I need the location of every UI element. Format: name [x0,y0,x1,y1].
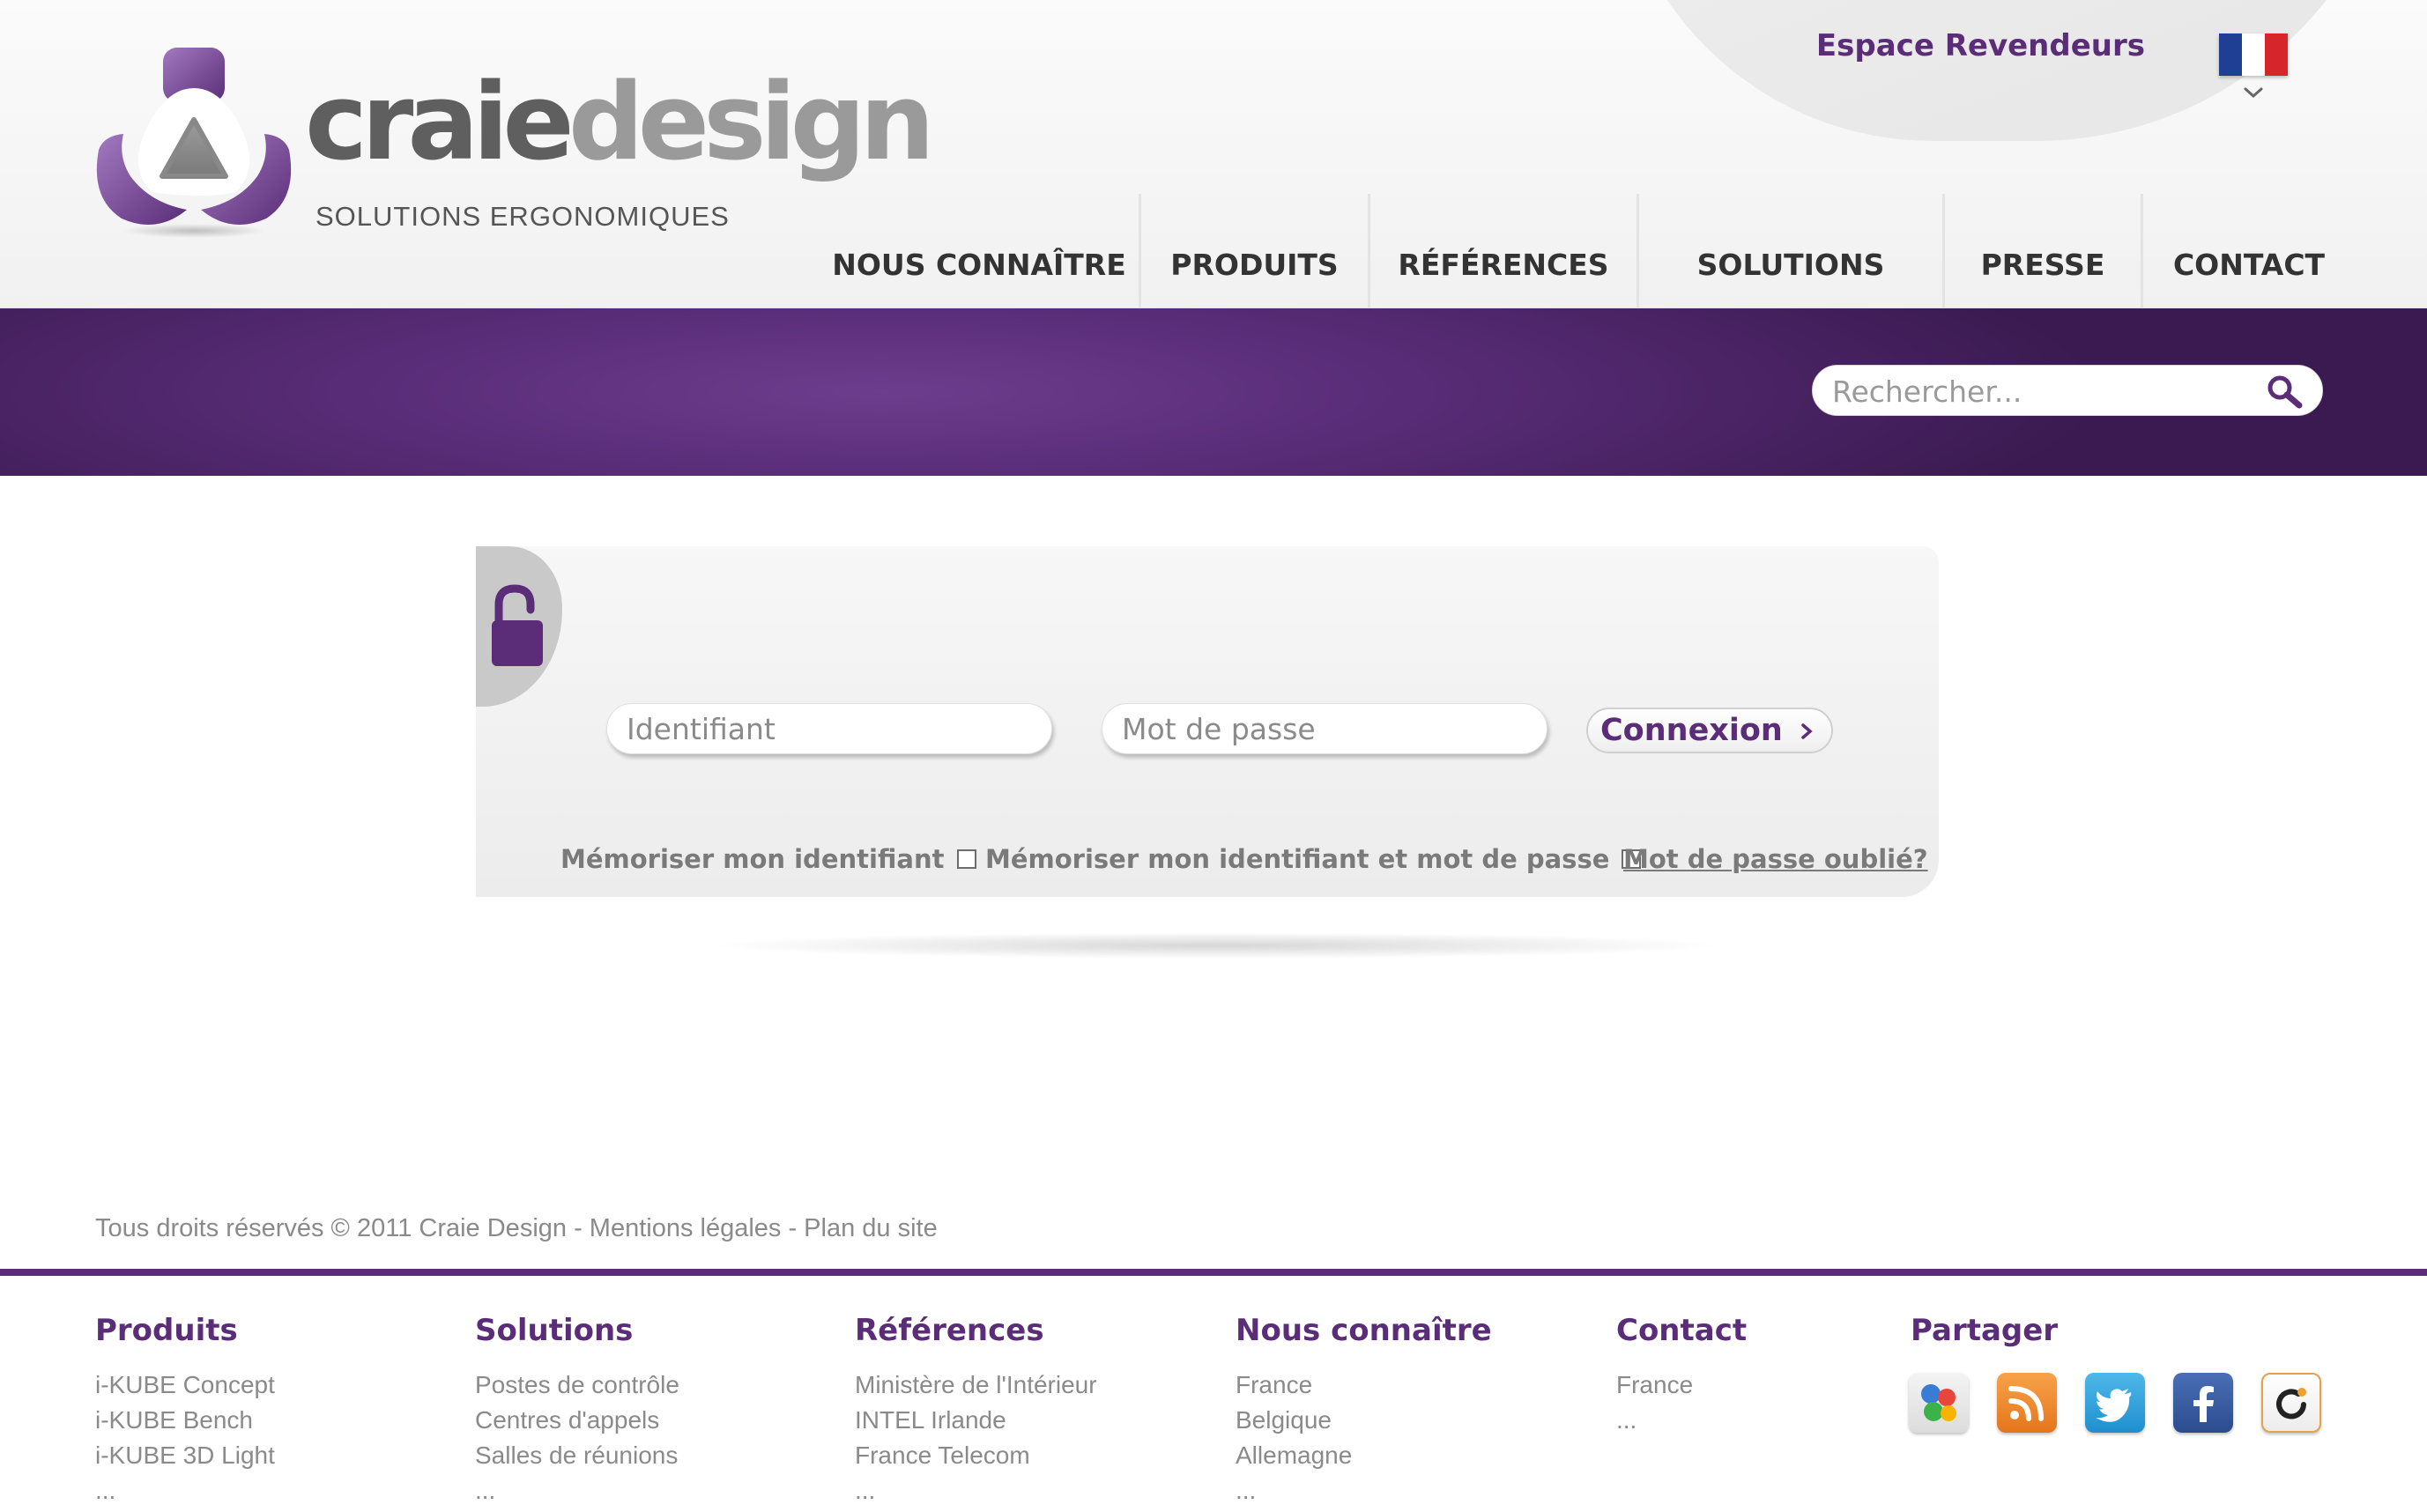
search-box [1812,365,2323,416]
footer-heading: Contact [1616,1313,1748,1348]
footer-link-more[interactable]: ... [475,1473,679,1508]
share-heading: Partager [1911,1313,2059,1348]
footer-link[interactable]: France Telecom [855,1438,1097,1473]
footer-heading: Nous connaître [1236,1313,1492,1348]
footer-link-more[interactable]: ... [1236,1473,1492,1508]
footer-column-solutions: Solutions Postes de contrôle Centres d'a… [475,1313,679,1508]
footer-link[interactable]: i-KUBE Concept [95,1367,275,1403]
login-button-label: Connexion [1600,713,1783,748]
twitter-bird-glyph [2096,1389,2132,1422]
logo-text-design: design [568,62,935,184]
panel-shadow [705,932,1727,959]
forgot-password-link[interactable]: Mot de passe oublié? [1623,844,1928,874]
search-input[interactable] [1832,371,2246,411]
footer-column-produits: Produits i-KUBE Concept i-KUBE Bench i-K… [95,1313,275,1508]
french-flag-icon[interactable] [2219,33,2288,76]
nav-item-produits[interactable]: PRODUITS [1141,194,1370,308]
footer-heading: Références [855,1313,1044,1348]
footer-column-contact: Contact France ... [1616,1313,1747,1438]
facebook-f-glyph [2193,1386,2214,1422]
google-icon[interactable] [1909,1373,1969,1433]
footer-link[interactable]: Allemagne [1236,1438,1492,1473]
login-button[interactable]: Connexion [1586,708,1833,753]
unlocked-padlock-icon [492,584,543,666]
footer-column-references: Références Ministère de l'Intérieur INTE… [855,1313,1097,1508]
footer-link[interactable]: Belgique [1236,1403,1492,1438]
chevron-right-icon [1801,723,1813,739]
netvibes-icon[interactable] [2261,1373,2321,1433]
footer-link[interactable]: France [1616,1367,1747,1403]
share-icons [1909,1373,2321,1433]
remember-id-option: Mémoriser mon identifiant [560,844,976,874]
netvibes-glyph [2276,1388,2306,1419]
nav-item-references[interactable]: RÉFÉRENCES [1370,194,1639,308]
remember-id-label: Mémoriser mon identifiant [560,844,945,874]
logo-text-craie: craie [305,62,575,184]
footer-link[interactable]: i-KUBE 3D Light [95,1438,275,1473]
flag-blue-stripe [2219,33,2242,76]
footer-link-more[interactable]: ... [855,1473,1097,1508]
footer-link[interactable]: INTEL Irlande [855,1403,1097,1438]
footer-heading: Solutions [475,1313,634,1348]
footer-divider [0,1269,2427,1276]
remember-both-option: Mémoriser mon identifiant et mot de pass… [985,844,1642,874]
main-nav: NOUS CONNAÎTRE PRODUITS RÉFÉRENCES SOLUT… [820,194,2355,308]
username-input[interactable] [607,704,1051,753]
nav-item-presse[interactable]: PRESSE [1945,194,2143,308]
site-logo[interactable]: craiedesign SOLUTIONS ERGONOMIQUES [88,35,935,264]
flag-white-stripe [2242,33,2265,76]
username-field [606,703,1052,754]
twitter-icon[interactable] [2085,1373,2145,1433]
footer-link[interactable]: Salles de réunions [475,1438,679,1473]
copyright-text: Tous droits réservés © 2011 Craie Design… [95,1214,938,1242]
footer-link-more[interactable]: ... [1616,1403,1747,1438]
footer-link[interactable]: Postes de contrôle [475,1367,679,1403]
rss-icon[interactable] [1997,1373,2057,1433]
password-field [1102,703,1547,754]
nav-item-contact[interactable]: CONTACT [2143,194,2355,308]
nav-item-solutions[interactable]: SOLUTIONS [1639,194,1945,308]
search-icon[interactable] [2266,374,2303,410]
remember-id-checkbox[interactable] [956,849,976,869]
logo-mark-icon [96,48,292,238]
rss-icon-glyph [2008,1386,2044,1421]
nav-item-nous-connaitre[interactable]: NOUS CONNAÎTRE [820,194,1141,308]
remember-both-label: Mémoriser mon identifiant et mot de pass… [985,844,1610,874]
footer-link[interactable]: France [1236,1367,1492,1403]
flag-red-stripe [2265,33,2288,76]
footer-link-more[interactable]: ... [95,1473,275,1508]
footer-link[interactable]: i-KUBE Bench [95,1403,275,1438]
google-icon-glyph [1921,1384,1956,1421]
logo-wordmark: craiedesign [305,70,935,176]
facebook-icon[interactable] [2173,1373,2233,1433]
footer-link[interactable]: Ministère de l'Intérieur [855,1367,1097,1403]
reseller-space-link[interactable]: Espace Revendeurs [1816,28,2145,63]
chevron-down-icon[interactable] [2242,81,2265,104]
password-input[interactable] [1102,704,1547,753]
footer-heading: Produits [95,1313,238,1348]
footer-column-share: Partager [1911,1313,2058,1367]
footer-column-nous-connaitre: Nous connaître France Belgique Allemagne… [1236,1313,1492,1508]
logo-tagline: SOLUTIONS ERGONOMIQUES [315,201,730,232]
footer-link[interactable]: Centres d'appels [475,1403,679,1438]
